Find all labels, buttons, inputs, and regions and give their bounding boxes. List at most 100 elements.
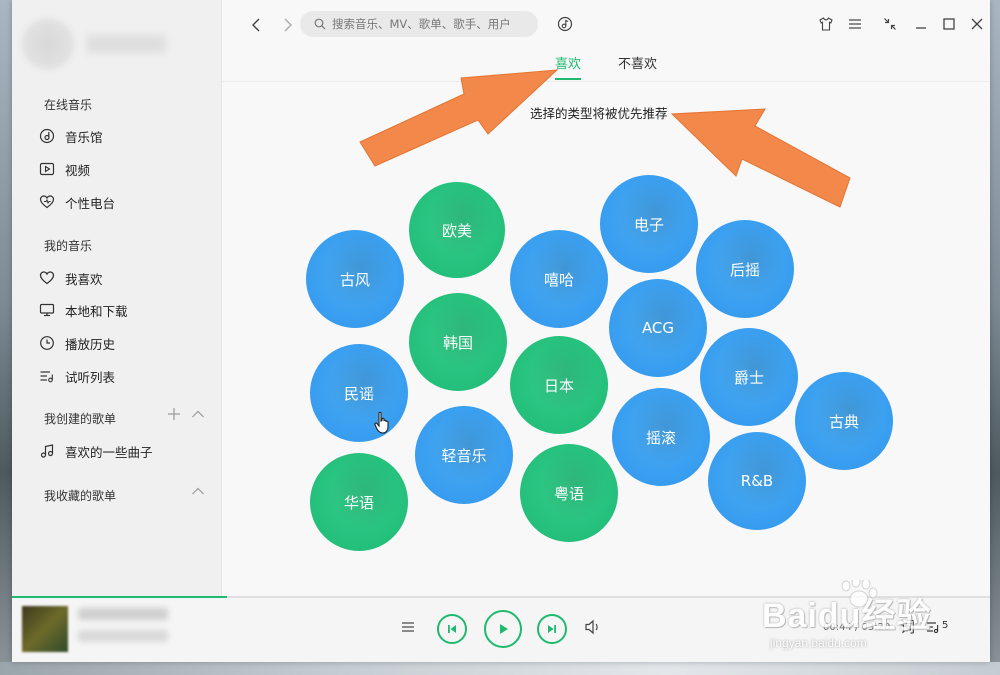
sidebar-item-label: 试听列表 [65, 369, 116, 385]
sidebar-item-video[interactable]: 视频 [38, 156, 218, 182]
main-menu-button[interactable] [844, 13, 866, 35]
arrow-right-annotation [670, 108, 851, 208]
play-mode-button[interactable] [400, 619, 416, 639]
sidebar-item-local-download[interactable]: 本地和下载 [38, 297, 218, 323]
genre-bubble-electronic[interactable]: 电子 [600, 175, 698, 273]
music-hall-icon [38, 127, 56, 145]
video-icon [38, 160, 56, 178]
minimize-icon [916, 27, 926, 29]
note-icon [38, 442, 56, 460]
monitor-icon [38, 301, 56, 319]
genre-bubble-jazz[interactable]: 爵士 [700, 328, 798, 426]
volume-button[interactable] [584, 619, 602, 639]
collected-playlists-actions [191, 484, 205, 502]
section-title-online-music: 在线音乐 [44, 98, 93, 112]
add-playlist-icon[interactable] [167, 407, 181, 425]
play-icon [500, 624, 508, 634]
search-icon [314, 18, 326, 30]
clock-icon [38, 334, 56, 352]
arrow-left-annotation [359, 69, 559, 167]
close-button[interactable] [966, 13, 988, 35]
sidebar-item-favorites[interactable]: 我喜欢 [38, 265, 218, 291]
sidebar: 在线音乐 音乐馆 视频 个性电台 我的音乐 我喜欢 本地和下载 播放历史 试听列… [12, 0, 222, 596]
sidebar-item-label: 播放历史 [65, 336, 116, 352]
genre-bubble-ancient-style[interactable]: 古风 [306, 230, 404, 328]
sidebar-item-label: 本地和下载 [65, 303, 128, 319]
list-icon [38, 367, 56, 385]
genre-bubble-western[interactable]: 欧美 [409, 182, 505, 278]
section-title-collected-playlists: 我收藏的歌单 [44, 489, 117, 503]
shrink-icon [884, 18, 896, 30]
maximize-icon [943, 18, 955, 30]
section-title-my-music: 我的音乐 [44, 239, 93, 253]
sidebar-item-label: 我喜欢 [65, 271, 103, 287]
tab-dislike[interactable]: 不喜欢 [618, 53, 657, 78]
previous-track-button[interactable] [437, 614, 467, 644]
search-input[interactable] [332, 17, 532, 31]
chevron-left-icon [252, 18, 260, 32]
album-cover[interactable] [22, 606, 68, 652]
sidebar-item-label: 喜欢的一些曲子 [65, 444, 153, 460]
genre-bubble-chinese[interactable]: 华语 [310, 453, 408, 551]
next-track-button[interactable] [537, 614, 567, 644]
hand-cursor-icon [374, 411, 389, 434]
sidebar-item-music-hall[interactable]: 音乐馆 [38, 123, 218, 149]
playlist-order-icon [402, 622, 414, 632]
search-box[interactable] [300, 11, 538, 37]
song-title-blurred [78, 608, 168, 620]
collapse-chevron-up-icon[interactable] [191, 484, 205, 502]
maximize-button[interactable] [938, 13, 960, 35]
genre-bubble-classical[interactable]: 古典 [795, 372, 893, 470]
genre-bubble-japanese[interactable]: 日本 [510, 336, 608, 434]
mini-mode-button[interactable] [879, 13, 901, 35]
sidebar-item-trial-list[interactable]: 试听列表 [38, 363, 218, 389]
minimize-button[interactable] [910, 13, 932, 35]
sidebar-item-label: 个性电台 [65, 195, 116, 211]
sidebar-item-playlist[interactable]: 喜欢的一些曲子 [38, 438, 218, 464]
collapse-chevron-up-icon[interactable] [191, 407, 205, 425]
forward-button[interactable] [278, 14, 298, 36]
created-playlists-actions [167, 407, 205, 425]
skin-button[interactable] [815, 13, 837, 35]
user-profile[interactable] [22, 10, 182, 78]
tshirt-icon [819, 17, 833, 31]
heart-icon [38, 269, 56, 287]
genre-bubble-acg[interactable]: ACG [609, 279, 707, 377]
close-icon [971, 18, 983, 30]
skip-previous-icon [448, 625, 456, 633]
preference-tabs: 喜欢 不喜欢 [222, 50, 990, 82]
sidebar-item-history[interactable]: 播放历史 [38, 330, 218, 356]
genre-bubble-rock[interactable]: 摇滚 [612, 388, 710, 486]
genre-bubble-post-rock[interactable]: 后摇 [696, 220, 794, 318]
desktop-background-right [990, 0, 1000, 675]
sidebar-item-label: 视频 [65, 162, 91, 178]
genre-bubble-hiphop[interactable]: 嘻哈 [510, 230, 608, 328]
avatar[interactable] [22, 18, 74, 70]
hamburger-menu-icon [849, 19, 861, 29]
sidebar-item-radio[interactable]: 个性电台 [38, 189, 218, 215]
app-window: 在线音乐 音乐馆 视频 个性电台 我的音乐 我喜欢 本地和下载 播放历史 试听列… [12, 0, 990, 662]
genre-bubble-rnb[interactable]: R&B [708, 432, 806, 530]
music-recognize-icon [557, 16, 573, 32]
desktop-background-left [0, 0, 12, 675]
recommendation-hint: 选择的类型将被优先推荐 [530, 106, 668, 121]
section-title-created-playlists: 我创建的歌单 [44, 412, 117, 426]
back-button[interactable] [246, 14, 266, 36]
tab-like[interactable]: 喜欢 [555, 53, 582, 80]
chevron-right-icon [284, 18, 292, 32]
listen-recognize-button[interactable] [554, 13, 576, 35]
genre-bubble-light-music[interactable]: 轻音乐 [415, 406, 513, 504]
sidebar-item-label: 音乐馆 [65, 129, 103, 145]
radio-heart-icon [38, 193, 56, 211]
play-button[interactable] [484, 610, 522, 648]
volume-icon [585, 619, 598, 635]
baidu-jingyan-watermark: Baidu经验 jingyan.baidu.com [752, 576, 952, 670]
watermark-brand: Baidu经验 [762, 597, 932, 635]
username-blurred [86, 35, 166, 53]
genre-bubble-folk[interactable]: 民谣 [310, 344, 408, 442]
skip-next-icon [548, 625, 556, 633]
watermark-url: jingyan.baidu.com [770, 636, 867, 650]
genre-bubble-korean[interactable]: 韩国 [409, 293, 507, 391]
song-actions-blurred [78, 630, 168, 642]
genre-bubble-cantonese[interactable]: 粤语 [520, 444, 618, 542]
